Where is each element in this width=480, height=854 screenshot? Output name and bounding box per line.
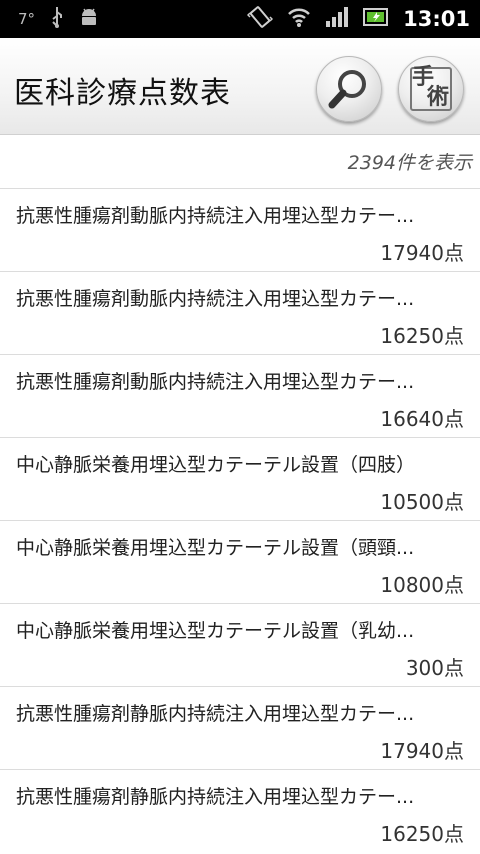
app-title: 医科診療点数表	[14, 76, 231, 111]
usb-icon	[49, 6, 65, 32]
item-name: 抗悪性腫瘍剤静脈内持続注入用埋込型カテー...	[16, 786, 415, 808]
list-item[interactable]: 抗悪性腫瘍剤動脈内持続注入用埋込型カテー... 16250点	[0, 271, 480, 354]
item-name: 抗悪性腫瘍剤静脈内持続注入用埋込型カテー...	[16, 703, 415, 725]
surgery-label-2: 術	[427, 85, 450, 110]
item-name: 中心静脈栄養用埋込型カテーテル設置（乳幼...	[16, 620, 415, 642]
list-item[interactable]: 中心静脈栄養用埋込型カテーテル設置（乳幼... 300点	[0, 603, 480, 686]
procedure-list: 抗悪性腫瘍剤動脈内持続注入用埋込型カテー... 17940点 抗悪性腫瘍剤動脈内…	[0, 188, 480, 852]
item-points: 17940点	[380, 739, 464, 763]
list-item[interactable]: 中心静脈栄養用埋込型カテーテル設置（四肢） 10500点	[0, 437, 480, 520]
list-item[interactable]: 抗悪性腫瘍剤静脈内持続注入用埋込型カテー... 17940点	[0, 686, 480, 769]
item-points: 300点	[405, 656, 464, 680]
surgery-category-button[interactable]: 手 術	[398, 56, 464, 122]
item-points: 16250点	[380, 822, 464, 846]
search-button[interactable]	[316, 56, 382, 122]
item-name: 中心静脈栄養用埋込型カテーテル設置（頭頸...	[16, 537, 415, 559]
item-points: 17940点	[380, 241, 464, 265]
status-left: 7°	[18, 0, 99, 38]
item-points: 16640点	[380, 407, 464, 431]
clock-time: 13:01	[403, 7, 470, 31]
item-name: 中心静脈栄養用埋込型カテーテル設置（四肢）	[16, 454, 416, 476]
status-right: 13:01	[247, 0, 470, 38]
signal-icon	[325, 6, 349, 32]
item-name: 抗悪性腫瘍剤動脈内持続注入用埋込型カテー...	[16, 371, 415, 393]
list-item[interactable]: 抗悪性腫瘍剤動脈内持続注入用埋込型カテー... 16640点	[0, 354, 480, 437]
item-name: 抗悪性腫瘍剤動脈内持続注入用埋込型カテー...	[16, 205, 415, 227]
item-points: 16250点	[380, 324, 464, 348]
magnifier-icon	[328, 70, 366, 109]
vibrate-icon	[247, 4, 274, 34]
list-item[interactable]: 中心静脈栄養用埋込型カテーテル設置（頭頸... 10800点	[0, 520, 480, 603]
result-count: 2394件を表示	[347, 152, 472, 174]
app-header: 医科診療点数表 手 術	[0, 38, 480, 135]
item-name: 抗悪性腫瘍剤動脈内持続注入用埋込型カテー...	[16, 288, 415, 310]
item-points: 10500点	[380, 490, 464, 514]
list-item[interactable]: 抗悪性腫瘍剤動脈内持続注入用埋込型カテー... 17940点	[0, 188, 480, 271]
status-bar: 7° 13:01	[0, 0, 480, 38]
temperature-text: 7°	[18, 10, 36, 28]
list-item[interactable]: 抗悪性腫瘍剤静脈内持続注入用埋込型カテー... 16250点	[0, 769, 480, 852]
item-points: 10800点	[380, 573, 464, 597]
android-debug-icon	[79, 7, 99, 31]
wifi-icon	[287, 6, 311, 32]
battery-icon	[363, 6, 389, 32]
